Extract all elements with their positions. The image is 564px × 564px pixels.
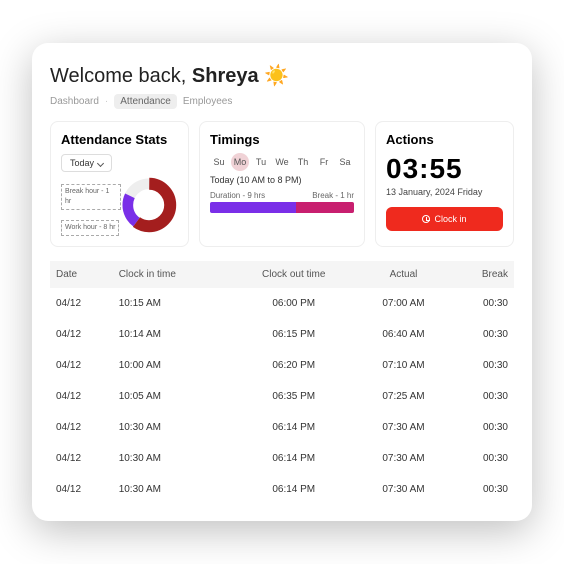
day-th[interactable]: Th	[294, 153, 312, 171]
welcome-name: Shreya	[192, 65, 259, 87]
day-tu[interactable]: Tu	[252, 153, 270, 171]
table-row[interactable]: 04/1210:15 AM06:00 PM07:00 AM00:30	[50, 288, 514, 319]
stats-panel: Attendance Stats Today Break hour - 1 hr…	[50, 121, 189, 246]
duration-label: Duration - 9 hrs	[210, 191, 265, 200]
day-fr[interactable]: Fr	[315, 153, 333, 171]
day-sa[interactable]: Sa	[336, 153, 354, 171]
breadcrumb-sep: ·	[105, 96, 108, 107]
table-row[interactable]: 04/1210:14 AM06:15 PM06:40 AM00:30	[50, 319, 514, 350]
col-break: Break	[449, 261, 514, 288]
table-body: 04/1210:15 AM06:00 PM07:00 AM00:3004/121…	[50, 288, 514, 505]
col-date: Date	[50, 261, 113, 288]
col-clock-in-time: Clock in time	[113, 261, 230, 288]
duration-bar	[210, 202, 354, 213]
table-row[interactable]: 04/1210:30 AM06:14 PM07:30 AM00:30	[50, 443, 514, 474]
attendance-table: DateClock in timeClock out timeActualBre…	[50, 261, 514, 505]
clock-in-button[interactable]: Clock in	[386, 207, 503, 231]
clock-icon	[422, 215, 430, 223]
clock-display: 03:55	[386, 153, 503, 185]
day-su[interactable]: Su	[210, 153, 228, 171]
bar-duration-segment	[210, 202, 296, 213]
table-row[interactable]: 04/1210:00 AM06:20 PM07:10 AM00:30	[50, 350, 514, 381]
col-clock-out-time: Clock out time	[230, 261, 358, 288]
actions-title: Actions	[386, 132, 503, 147]
breadcrumb-employees[interactable]: Employees	[183, 96, 232, 107]
stats-legend: Break hour - 1 hr Work hour - 8 hr	[61, 174, 121, 235]
timings-panel: Timings SuMoTuWeThFrSa Today (10 AM to 8…	[199, 121, 365, 246]
legend-break: Break hour - 1 hr	[61, 184, 121, 210]
bar-break-segment	[296, 202, 354, 213]
timings-today-label: Today (10 AM to 8 PM)	[210, 175, 354, 185]
panels-row: Attendance Stats Today Break hour - 1 hr…	[50, 121, 514, 246]
timings-title: Timings	[210, 132, 354, 147]
chevron-down-icon	[97, 160, 104, 167]
table-row[interactable]: 04/1210:30 AM06:14 PM07:30 AM00:30	[50, 412, 514, 443]
table-row[interactable]: 04/1210:05 AM06:35 PM07:25 AM00:30	[50, 381, 514, 412]
actions-panel: Actions 03:55 13 January, 2024 Friday Cl…	[375, 121, 514, 246]
breadcrumb-attendance[interactable]: Attendance	[114, 94, 177, 109]
period-label: Today	[70, 158, 94, 168]
breadcrumb-dashboard[interactable]: Dashboard	[50, 96, 99, 107]
table-header-row: DateClock in timeClock out timeActualBre…	[50, 261, 514, 288]
clock-in-label: Clock in	[434, 214, 466, 224]
table-row[interactable]: 04/1210:30 AM06:14 PM07:30 AM00:30	[50, 474, 514, 505]
breadcrumb: Dashboard · Attendance Employees	[50, 94, 514, 109]
day-mo[interactable]: Mo	[231, 153, 249, 171]
donut-chart	[121, 177, 177, 233]
sun-icon: ☀️	[264, 65, 289, 87]
stats-title: Attendance Stats	[61, 132, 178, 147]
welcome-prefix: Welcome back,	[50, 65, 192, 87]
dashboard-card: Welcome back, Shreya ☀️ Dashboard · Atte…	[32, 43, 532, 520]
welcome-heading: Welcome back, Shreya ☀️	[50, 63, 514, 88]
col-actual: Actual	[358, 261, 450, 288]
break-label: Break - 1 hr	[312, 191, 354, 200]
legend-work: Work hour - 8 hr	[61, 220, 119, 236]
date-display: 13 January, 2024 Friday	[386, 187, 503, 197]
days-row: SuMoTuWeThFrSa	[210, 153, 354, 171]
day-we[interactable]: We	[273, 153, 291, 171]
period-select[interactable]: Today	[61, 154, 112, 172]
